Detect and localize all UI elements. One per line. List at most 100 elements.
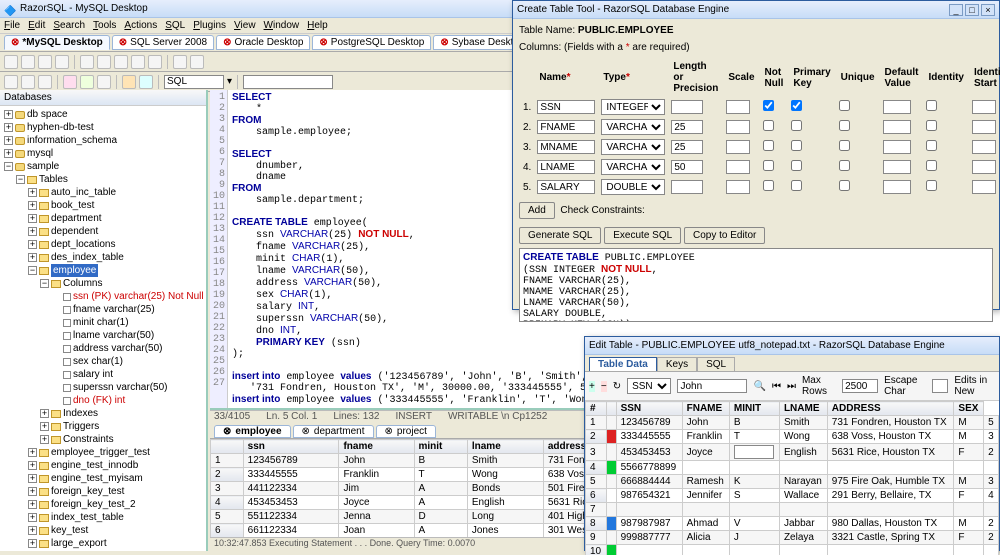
et-maxrows-input[interactable] [842,379,878,393]
toolbar-button[interactable] [97,55,111,69]
toolbar-button[interactable] [190,55,204,69]
result-tab[interactable]: ⊗project [376,425,436,438]
ct-add-button[interactable]: Add [519,202,555,219]
tree-node[interactable]: +auto_inc_table [4,186,206,199]
tree-node[interactable]: −sample [4,160,206,173]
tree-node[interactable]: +Triggers [4,420,206,433]
tree-node[interactable]: superssn varchar(50) [4,381,206,394]
ct-default-field[interactable] [883,140,911,154]
result-tab[interactable]: ⊗employee [214,425,291,438]
ct-pk-check[interactable] [791,160,802,171]
ct-unique-check[interactable] [839,100,850,111]
tree-node[interactable]: +des_index_table [4,251,206,264]
tree-node[interactable]: −employee [4,264,206,277]
ct-notnull-check[interactable] [763,180,774,191]
table-row[interactable]: 1123456789JohnBSmith731 Fondren, Houston… [586,416,999,430]
ct-idstart-field[interactable] [972,120,996,134]
toolbar-button[interactable] [80,55,94,69]
table-row[interactable]: 6987654321JenniferSWallace291 Berry, Bel… [586,489,999,503]
sql-combo[interactable] [164,75,224,89]
table-row[interactable]: 5666884444RameshKNarayan975 Fire Oak, Hu… [586,475,999,489]
chevron-down-icon[interactable]: ▾ [227,76,232,87]
close-icon[interactable]: ⊗ [319,37,327,48]
tree-node[interactable]: +Indexes [4,407,206,420]
table-row[interactable]: 8987987987AhmadVJabbar980 Dallas, Housto… [586,517,999,531]
connection-tab[interactable]: ⊗PostgreSQL Desktop [312,35,431,50]
tree-node[interactable]: +index_test_table [4,511,206,524]
connection-tab[interactable]: ⊗Oracle Desktop [216,35,310,50]
et-cell-editor[interactable] [734,445,774,459]
ct-scale-field[interactable] [726,120,750,134]
column-header[interactable]: ssn [243,440,339,454]
menu-window[interactable]: Window [264,18,300,33]
table-row[interactable]: 3453453453JoyceEnglish5631 Rice, Houston… [586,444,999,461]
ct-pk-check[interactable] [791,140,802,151]
ct-default-field[interactable] [883,160,911,174]
close-icon[interactable]: ⊗ [385,426,393,437]
tree-node[interactable]: +large_export [4,537,206,550]
toolbar-button[interactable] [63,75,77,89]
tree-node[interactable]: +employee_trigger_test [4,446,206,459]
et-refresh-button[interactable]: ↻ [613,381,621,392]
tree-node[interactable]: +department [4,212,206,225]
minimize-button[interactable]: _ [949,4,963,16]
ct-execute-sql-button[interactable]: Execute SQL [604,227,681,244]
et-delete-row-button[interactable]: − [601,381,607,392]
column-header[interactable] [606,402,616,416]
ct-idstart-field[interactable] [972,140,996,154]
column-header[interactable]: lname [467,440,543,454]
menu-plugins[interactable]: Plugins [193,18,226,33]
toolbar-button[interactable] [38,75,52,89]
ct-name-field[interactable] [537,120,595,134]
et-tab[interactable]: Keys [657,357,697,371]
ct-pk-check[interactable] [791,100,802,111]
column-header[interactable]: minit [414,440,467,454]
toolbar-button[interactable] [4,55,18,69]
ct-identity-check[interactable] [926,140,937,151]
ct-scale-field[interactable] [726,180,750,194]
tree-node[interactable]: +key_test [4,524,206,537]
et-tab[interactable]: SQL [697,357,735,371]
result-tab[interactable]: ⊗department [293,425,374,438]
column-header[interactable]: MINIT [729,402,779,416]
toolbar-button[interactable] [21,75,35,89]
menu-help[interactable]: Help [307,18,328,33]
tree-node[interactable]: +foreign_key_test_2 [4,498,206,511]
ct-length-field[interactable] [671,100,703,114]
et-filter-value[interactable] [677,379,747,393]
ct-notnull-check[interactable] [763,100,774,111]
toolbar-button[interactable] [139,75,153,89]
tree-node[interactable]: +dept_locations [4,238,206,251]
ct-identity-check[interactable] [926,160,937,171]
tree-node[interactable]: salary int [4,368,206,381]
close-icon[interactable]: ⊗ [440,37,448,48]
menu-sql[interactable]: SQL [165,18,185,33]
tree-node[interactable]: +dependent [4,225,206,238]
tree-node[interactable]: +mysql [4,147,206,160]
ct-unique-check[interactable] [839,180,850,191]
close-icon[interactable]: ⊗ [119,37,127,48]
column-header[interactable]: # [586,402,607,416]
ct-sql-preview[interactable]: CREATE TABLE PUBLIC.EMPLOYEE (SSN INTEGE… [519,248,993,322]
toolbar-button[interactable] [97,75,111,89]
close-icon[interactable]: ⊗ [223,37,231,48]
tree-node[interactable]: +foreign_key_test [4,485,206,498]
table-row[interactable]: 9999887777AliciaJZelaya3321 Castle, Spri… [586,531,999,545]
ct-name-field[interactable] [537,100,595,114]
toolbar-button[interactable] [80,75,94,89]
toolbar-button[interactable] [21,55,35,69]
search-input[interactable] [243,75,333,89]
tree-node[interactable]: −Columns [4,277,206,290]
column-header[interactable]: SSN [616,402,682,416]
toolbar-button[interactable] [122,75,136,89]
ct-identity-check[interactable] [926,100,937,111]
toolbar-button[interactable] [148,55,162,69]
ct-name-field[interactable] [537,160,595,174]
menu-file[interactable]: File [4,18,20,33]
ct-type-select[interactable]: VARCHAR [601,159,665,175]
ct-scale-field[interactable] [726,160,750,174]
menu-actions[interactable]: Actions [124,18,157,33]
ct-length-field[interactable] [671,180,703,194]
column-header[interactable]: SEX [954,402,984,416]
tree-node[interactable]: +information_schema [4,134,206,147]
